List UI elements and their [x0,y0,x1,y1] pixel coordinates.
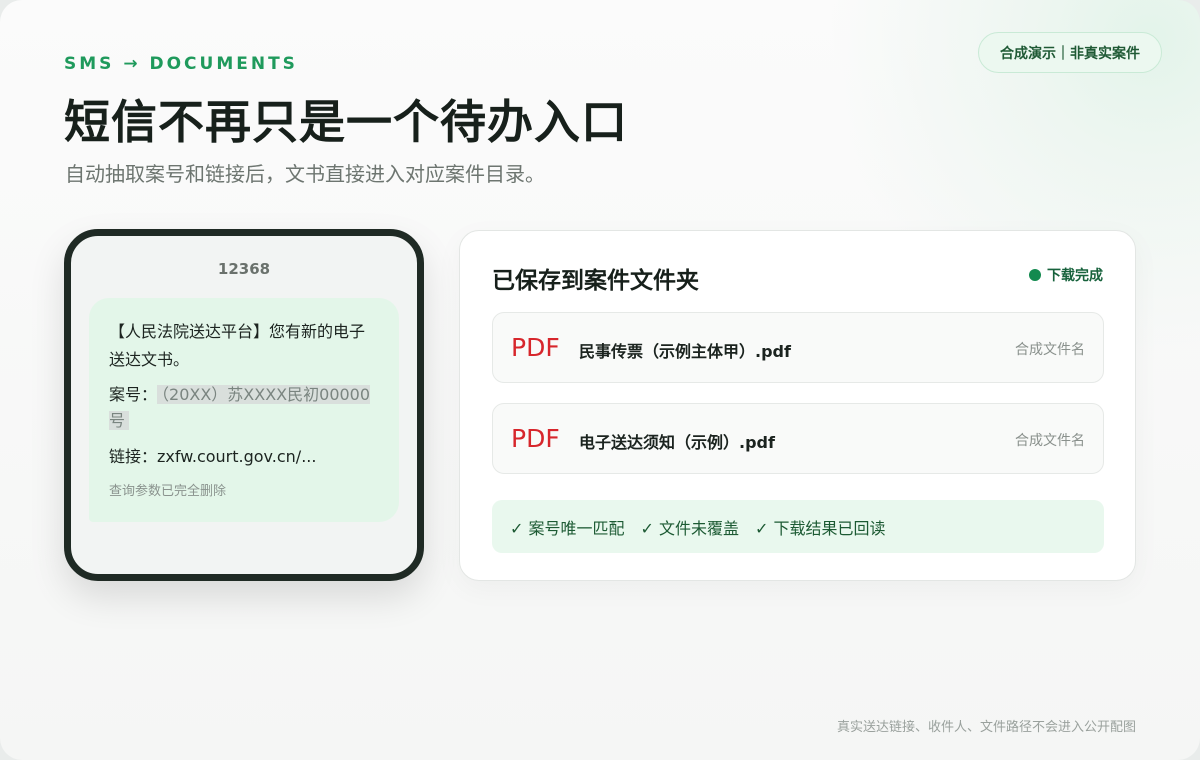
file-meta: 合成文件名 [1015,342,1085,358]
panel-title: 已保存到案件文件夹 [492,268,699,294]
sms-sender: 12368 [217,260,271,278]
check-item: ✓ 文件未覆盖 [640,518,740,538]
saved-folder-panel: 已保存到案件文件夹 下载完成 PDF 民事传票（示例主体甲）.pdf 合成文件名… [459,230,1136,581]
sms-case-line: 案号： （20XX）苏XXXX民初00000号 [109,382,371,434]
status-dot-icon [1029,269,1041,281]
link-label: 链接： [109,447,158,466]
file-name: 电子送达须知（示例）.pdf [579,433,775,452]
page-title: 短信不再只是一个待办入口 [64,95,628,149]
file-name: 民事传票（示例主体甲）.pdf [579,342,791,361]
check-item: ✓ 案号唯一匹配 [510,518,625,538]
file-meta: 合成文件名 [1015,433,1085,449]
sms-note: 查询参数已完全删除 [109,484,227,499]
file-row[interactable]: PDF 民事传票（示例主体甲）.pdf 合成文件名 [492,312,1104,383]
verification-checks: ✓ 案号唯一匹配 ✓ 文件未覆盖 ✓ 下载结果已回读 [492,500,1104,553]
phone-mockup: 12368 【人民法院送达平台】您有新的电子送达文书。 案号： （20XX）苏XX… [64,229,424,581]
check-item: ✓ 下载结果已回读 [755,518,886,538]
demo-badge: 合成演示｜非真实案件 [978,32,1162,73]
download-status: 下载完成 [1029,265,1103,285]
link-value[interactable]: zxfw.court.gov.cn/... [157,447,316,466]
status-label: 下载完成 [1047,268,1103,284]
sms-body: 【人民法院送达平台】您有新的电子送达文书。 [109,322,366,369]
page-subtitle: 自动抽取案号和链接后，文书直接进入对应案件目录。 [65,162,545,186]
file-row[interactable]: PDF 电子送达须知（示例）.pdf 合成文件名 [492,403,1104,474]
sms-bubble: 【人民法院送达平台】您有新的电子送达文书。 案号： （20XX）苏XXXX民初00… [89,298,399,522]
pdf-icon: PDF [511,333,560,362]
footer-disclaimer: 真实送达链接、收件人、文件路径不会进入公开配图 [836,720,1136,735]
pdf-icon: PDF [511,424,560,453]
case-label: 案号： [109,385,158,404]
eyebrow-label: SMS → DOCUMENTS [64,54,298,74]
canvas: SMS → DOCUMENTS 合成演示｜非真实案件 短信不再只是一个待办入口 … [0,0,1200,760]
sms-link-line: 链接：zxfw.court.gov.cn/... [109,444,379,470]
